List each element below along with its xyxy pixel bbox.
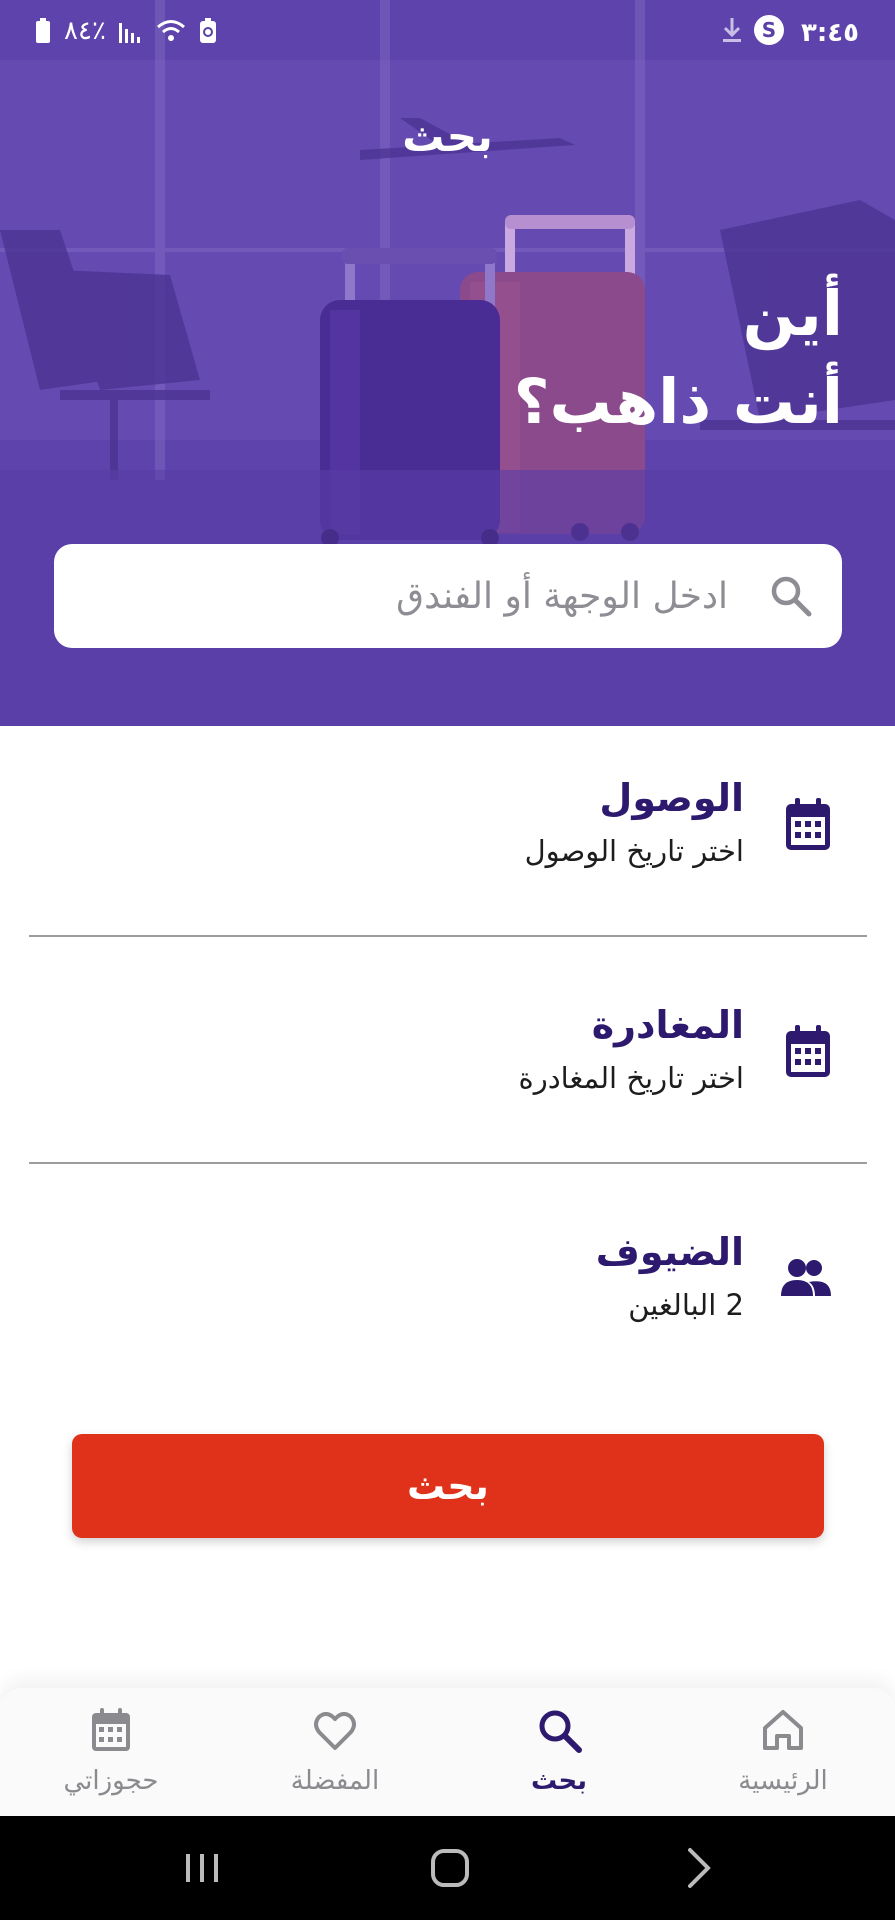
page-title: بحث xyxy=(402,112,493,161)
nav-bookings-label: حجوزاتي xyxy=(63,1766,159,1796)
calendar-icon xyxy=(786,798,830,850)
calendar-icon xyxy=(92,1708,130,1751)
search-placeholder: ادخل الوجهة أو الفندق xyxy=(396,575,728,617)
guests-field[interactable]: الضيوف 2 البالغين xyxy=(29,1180,867,1406)
arrival-value: اختر تاريخ الوصول xyxy=(524,834,744,868)
nav-favorites-label: المفضلة xyxy=(290,1766,380,1796)
battery-percentage: ٨٤٪ xyxy=(64,16,106,46)
status-bar: ٨٤٪ S ٣:٤٥ xyxy=(0,0,895,70)
heart-icon xyxy=(314,1712,356,1750)
nav-bookings[interactable]: حجوزاتي xyxy=(11,1706,211,1806)
departure-label: المغادرة xyxy=(591,1003,744,1047)
wifi-icon xyxy=(156,20,185,41)
headline-line-1: أين xyxy=(742,277,843,350)
divider xyxy=(29,1162,867,1164)
signal-icon xyxy=(118,23,140,43)
search-button[interactable]: بحث xyxy=(72,1434,824,1538)
status-left-group: ٨٤٪ xyxy=(34,16,218,46)
home-button-icon[interactable] xyxy=(428,1846,472,1890)
status-time: ٣:٤٥ xyxy=(800,18,859,48)
departure-value: اختر تاريخ المغادرة xyxy=(518,1061,744,1095)
download-icon xyxy=(723,18,741,42)
departure-date-field[interactable]: المغادرة اختر تاريخ المغادرة xyxy=(29,953,867,1179)
nav-home-label: الرئيسية xyxy=(738,1766,828,1796)
calendar-icon xyxy=(786,1025,830,1077)
arrival-label: الوصول xyxy=(599,776,744,820)
destination-search-input[interactable]: ادخل الوجهة أو الفندق xyxy=(54,544,842,648)
svg-text:S: S xyxy=(762,18,776,42)
people-icon xyxy=(781,1259,831,1296)
arrival-date-field[interactable]: الوصول اختر تاريخ الوصول xyxy=(29,726,867,952)
nav-search[interactable]: بحث xyxy=(459,1706,659,1806)
nav-search-label: بحث xyxy=(530,1766,588,1796)
search-icon xyxy=(771,576,812,617)
nav-home[interactable]: الرئيسية xyxy=(683,1706,883,1806)
hero-headline: أين أنت ذاهب؟ xyxy=(514,270,843,446)
guests-label: الضيوف xyxy=(595,1230,744,1274)
home-icon xyxy=(763,1710,803,1750)
recent-apps-icon[interactable] xyxy=(180,1846,224,1890)
status-right-group: S xyxy=(721,14,785,46)
hero-banner: ٨٤٪ S ٣:٤٥ بحث أين أنت ذاهب؟ ادخل الوجهة… xyxy=(0,0,895,726)
guests-value: 2 البالغين xyxy=(628,1288,744,1322)
back-icon[interactable] xyxy=(678,1846,722,1890)
divider xyxy=(29,935,867,937)
s-app-icon: S xyxy=(754,15,784,45)
system-navigation-bar xyxy=(0,1816,895,1920)
search-icon xyxy=(539,1710,582,1753)
headline-line-2: أنت ذاهب؟ xyxy=(513,365,843,438)
nav-favorites[interactable]: المفضلة xyxy=(235,1706,435,1806)
battery-saver-icon xyxy=(199,18,216,43)
bottom-navigation: الرئيسية بحث المفضلة حجوزاتي xyxy=(0,1688,895,1816)
battery-icon xyxy=(36,18,50,43)
